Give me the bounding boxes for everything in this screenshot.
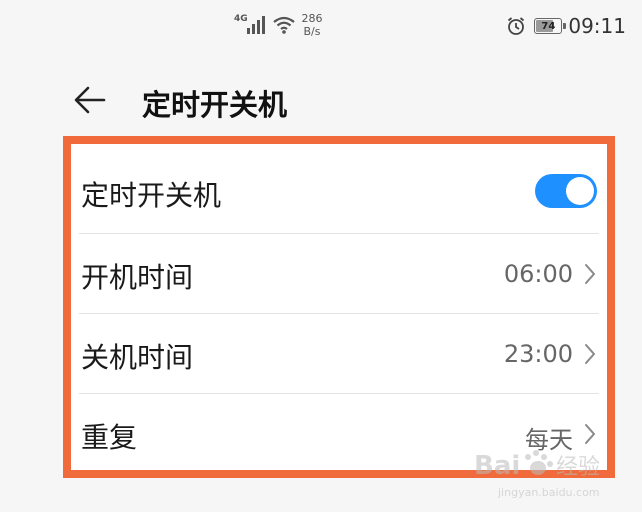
chevron-right-icon	[585, 344, 595, 364]
status-time: 09:11	[568, 14, 626, 38]
speed-unit: B/s	[303, 25, 321, 38]
wifi-icon	[273, 16, 295, 34]
battery-level: 74	[541, 20, 556, 32]
screen: 4G 286 B/s 74 09:11 定时开关机 定时开关机 开机时间 06:…	[0, 0, 642, 512]
power-on-time-row[interactable]: 开机时间 06:00	[77, 234, 603, 314]
svg-text:Bai: Bai	[474, 451, 520, 481]
baidu-jingyan-watermark-logo: Bai 经验 jingyan.baidu.com	[474, 450, 600, 499]
power-off-time-row[interactable]: 关机时间 23:00	[77, 314, 603, 394]
back-arrow-icon[interactable]	[70, 80, 110, 120]
page-title: 定时开关机	[142, 88, 288, 122]
svg-text:jingyan.baidu.com: jingyan.baidu.com	[497, 486, 600, 499]
alarm-clock-icon	[508, 17, 525, 35]
power-off-time-value: 23:00	[503, 340, 573, 368]
settings-card: 定时开关机 开机时间 06:00 关机时间 23:00 重复 每天	[63, 136, 615, 478]
repeat-label: 重复	[81, 421, 138, 454]
power-on-time-label: 开机时间	[81, 261, 194, 294]
switch-knob	[566, 177, 594, 205]
power-off-time-label: 关机时间	[81, 341, 194, 374]
cellular-signal-icon	[247, 16, 265, 34]
power-on-time-value: 06:00	[503, 260, 573, 288]
scheduled-power-label: 定时开关机	[81, 179, 222, 212]
battery-icon: 74	[534, 18, 567, 34]
scheduled-power-switch[interactable]	[535, 174, 597, 208]
app-header: 定时开关机	[0, 72, 642, 132]
scheduled-power-toggle-row[interactable]: 定时开关机	[77, 152, 603, 232]
speed-value: 286	[301, 12, 323, 25]
status-bar: 4G 286 B/s 74 09:11	[0, 0, 642, 52]
chevron-right-icon	[585, 264, 595, 284]
system-status: 74 09:11	[506, 12, 626, 40]
network-speed: 286 B/s	[300, 12, 324, 38]
svg-text:经验: 经验	[556, 455, 600, 480]
